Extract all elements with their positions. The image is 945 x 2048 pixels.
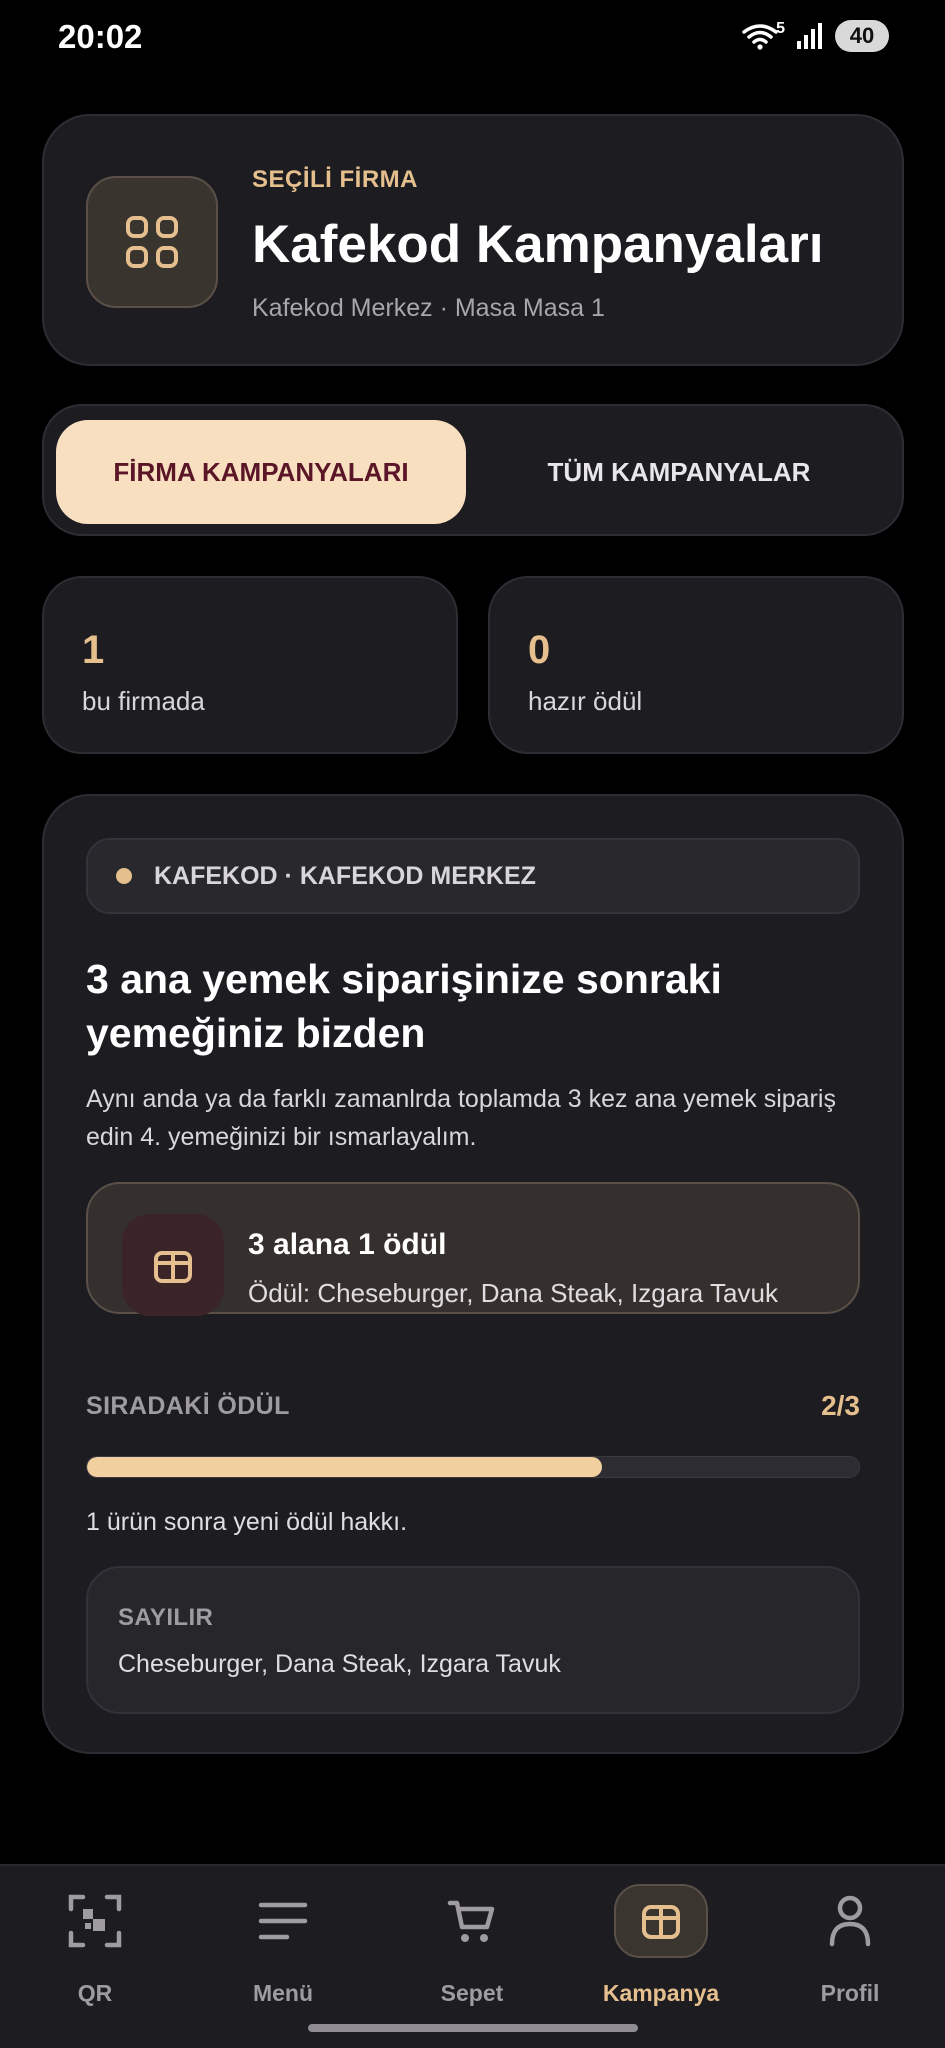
reward-items: Ödül: Cheseburger, Dana Steak, Izgara Ta… <box>248 1278 778 1308</box>
campaign-title: 3 ana yemek siparişinize sonraki yemeğin… <box>86 956 722 1056</box>
campaign-card[interactable]: KAFEKOD · KAFEKOD MERKEZ 3 ana yemek sip… <box>42 794 904 1754</box>
nav-label: Menü <box>252 1980 314 2006</box>
nav-qr[interactable]: QR <box>20 1874 170 2014</box>
bottom-navigation: QR Menü Sepet Kampanya Profil <box>0 1864 945 2048</box>
reward-icon-box <box>122 1214 224 1316</box>
qr-scan-icon <box>68 1894 122 1948</box>
company-title: Kafekod Kampanyaları <box>252 215 824 274</box>
nav-cart[interactable]: Sepet <box>397 1874 547 2014</box>
profile-icon <box>829 1895 871 1947</box>
nav-icon-wrap <box>614 1884 708 1958</box>
counting-items-label: SAYILIR <box>118 1604 214 1631</box>
stat-label: hazır ödül <box>528 686 643 716</box>
stat-label: bu firmada <box>82 686 205 716</box>
battery-indicator: 40 <box>835 20 889 52</box>
gift-icon <box>154 1251 192 1283</box>
company-icon-box <box>86 176 218 308</box>
reward-summary: 3 alana 1 ödül Ödül: Cheseburger, Dana S… <box>86 1182 860 1316</box>
counting-items-value: Cheseburger, Dana Steak, Izgara Tavuk <box>118 1650 561 1678</box>
wifi-icon <box>742 24 778 50</box>
nav-label: Kampanya <box>602 1980 720 2006</box>
cart-icon <box>447 1900 495 1942</box>
firm-chip-label: KAFEKOD · KAFEKOD MERKEZ <box>154 861 536 890</box>
progress-fill <box>87 1457 602 1477</box>
company-subtitle: Kafekod Merkez · Masa Masa 1 <box>252 294 605 322</box>
grid-icon <box>126 216 178 268</box>
wifi-label: 5 <box>776 20 785 37</box>
nav-menu[interactable]: Menü <box>208 1874 358 2014</box>
home-indicator[interactable] <box>308 2024 638 2032</box>
stat-value: 0 <box>528 628 551 672</box>
menu-icon <box>258 1902 308 1940</box>
nav-icon-wrap <box>425 1884 519 1958</box>
campaign-description: Aynı anda ya da farklı zamanlrda toplamd… <box>86 1085 836 1151</box>
nav-profile[interactable]: Profil <box>775 1874 925 2014</box>
nav-icon-wrap <box>803 1884 897 1958</box>
nav-campaign[interactable]: Kampanya <box>586 1874 736 2014</box>
next-reward-label: SIRADAKİ ÖDÜL <box>86 1392 290 1420</box>
status-bar: 20:02 5 40 <box>0 0 945 80</box>
status-time: 20:02 <box>58 18 143 55</box>
stat-campaigns-in-firm: 1 bu firmada <box>42 576 458 754</box>
company-label: SEÇİLİ FİRMA <box>252 166 418 193</box>
signal-icon <box>797 23 822 49</box>
stat-ready-rewards: 0 hazır ödül <box>488 576 904 754</box>
progress-note: 1 ürün sonra yeni ödül hakkı. <box>86 1508 408 1536</box>
next-reward-count: 2/3 <box>821 1390 860 1421</box>
reward-progress-bar <box>86 1456 860 1478</box>
selected-company-card: SEÇİLİ FİRMA Kafekod Kampanyaları Kafeko… <box>42 114 904 366</box>
status-icons: 5 40 <box>740 20 889 52</box>
stat-value: 1 <box>82 628 105 672</box>
firm-chip: KAFEKOD · KAFEKOD MERKEZ <box>86 838 860 914</box>
app-screen: 20:02 5 40 SEÇİLİ FİRMA Kafekod Kampanya… <box>0 0 945 2048</box>
nav-label: Profil <box>820 1980 880 2006</box>
campaign-tabs: FİRMA KAMPANYALARI TÜM KAMPANYALAR <box>42 404 904 536</box>
nav-icon-wrap <box>236 1884 330 1958</box>
nav-label: Sepet <box>440 1980 504 2006</box>
status-dot <box>116 868 132 884</box>
reward-title: 3 alana 1 ödül <box>248 1228 447 1261</box>
nav-label: QR <box>77 1980 113 2006</box>
gift-icon <box>642 1905 680 1939</box>
tab-firm-campaigns[interactable]: FİRMA KAMPANYALARI <box>56 420 466 524</box>
tab-all-campaigns[interactable]: TÜM KAMPANYALAR <box>474 420 884 524</box>
counting-items-box: SAYILIR Cheseburger, Dana Steak, Izgara … <box>86 1566 860 1714</box>
nav-icon-wrap <box>48 1884 142 1958</box>
